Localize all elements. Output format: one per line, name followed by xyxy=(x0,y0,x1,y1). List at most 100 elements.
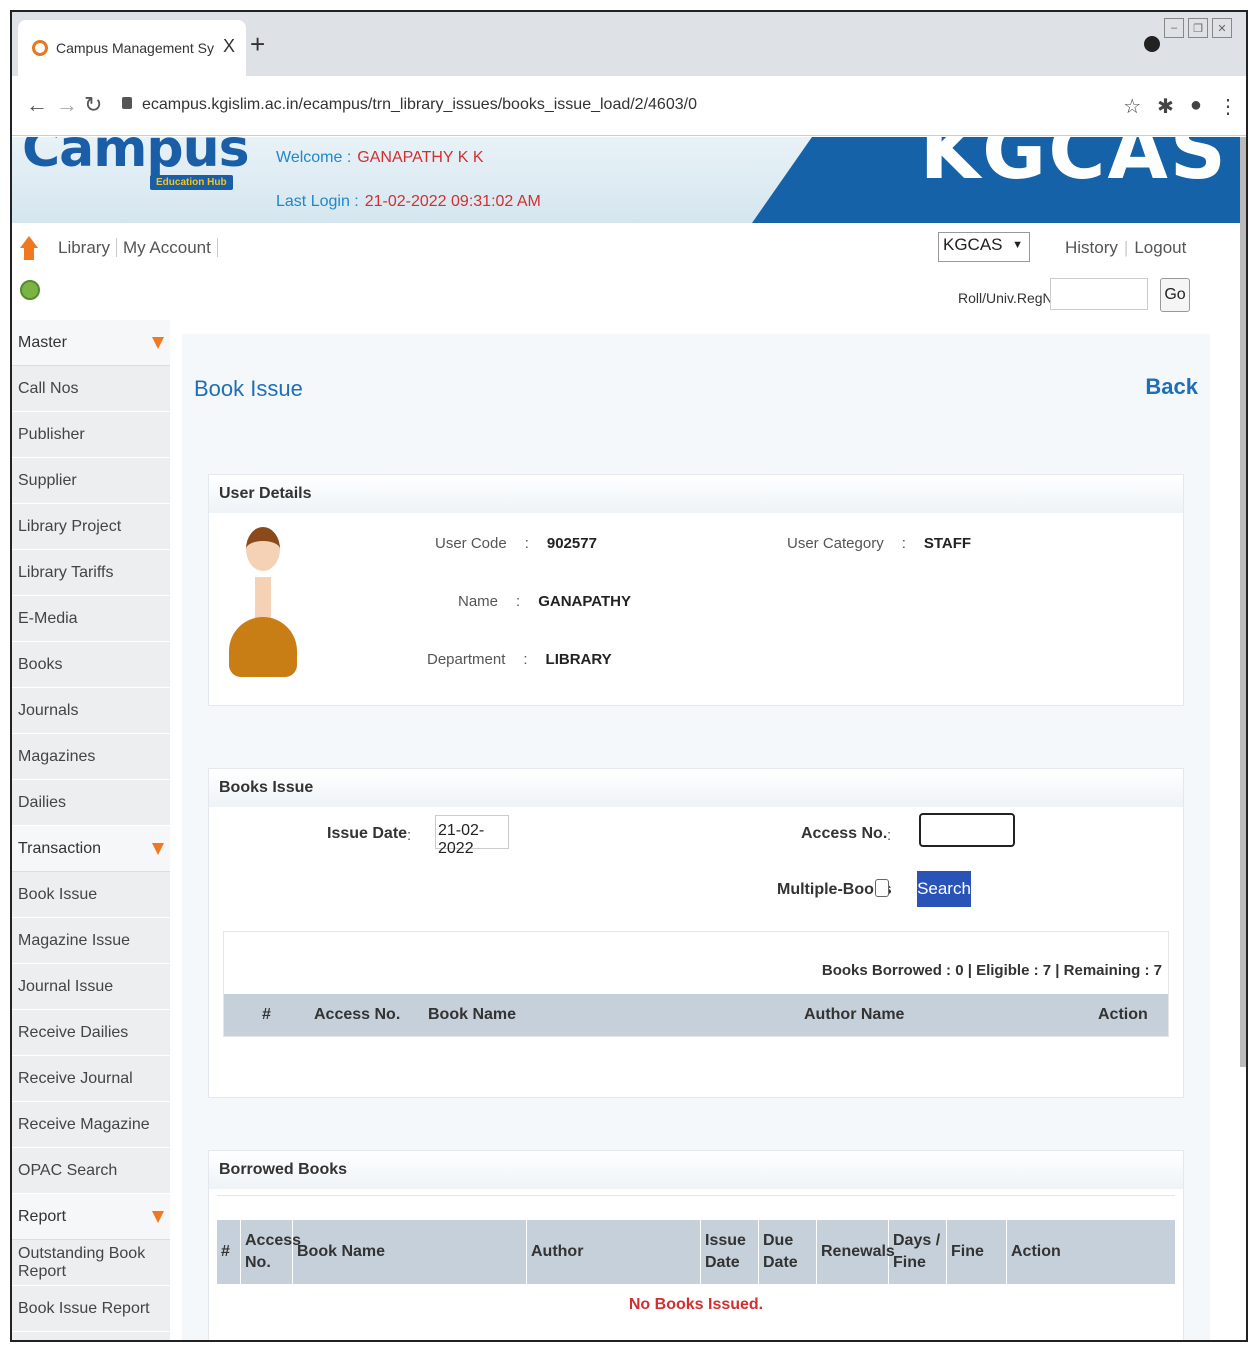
user-category-label: User Category xyxy=(787,535,884,552)
user-avatar-icon xyxy=(229,527,297,677)
address-bar-row: ← → ↻ ecampus.kgislim.ac.in/ecampus/trn_… xyxy=(12,76,1246,136)
go-button[interactable]: Go xyxy=(1160,278,1190,312)
user-code-value: 902577 xyxy=(546,535,597,552)
sidebar: Master Call Nos Publisher Supplier Libra… xyxy=(12,320,170,1340)
back-circle-icon[interactable] xyxy=(20,280,40,300)
window-controls: – ❐ ✕ xyxy=(1164,18,1232,38)
sidebar-item-outstanding-book-report[interactable]: Outstanding Book Report xyxy=(12,1240,170,1286)
user-category-row: User Category: STAFF xyxy=(787,535,972,552)
tab-close-button[interactable]: X xyxy=(223,36,235,57)
issue-date-field[interactable]: 21-02-2022 xyxy=(435,815,509,857)
sidebar-item-journals[interactable]: Journals xyxy=(12,688,170,734)
sidebar-item-call-nos[interactable]: Call Nos xyxy=(12,366,170,412)
history-link[interactable]: History xyxy=(1062,238,1121,257)
sidebar-item-library-tariffs[interactable]: Library Tariffs xyxy=(12,550,170,596)
home-icon[interactable] xyxy=(20,236,38,260)
borrowed-table-header: # Access No. Book Name Author Issue Date D… xyxy=(217,1220,1175,1284)
sidebar-item-book-issue-report[interactable]: Book Issue Report xyxy=(12,1286,170,1332)
user-category-value: STAFF xyxy=(923,535,972,552)
sidebar-section-transaction[interactable]: Transaction xyxy=(12,826,170,872)
sidebar-item-supplier[interactable]: Supplier xyxy=(12,458,170,504)
col-book-name: Book Name xyxy=(428,1006,517,1023)
site-banner: Campus Education Hub Welcome : GANAPATHY … xyxy=(12,137,1244,223)
sidebar-item-receive-dailies[interactable]: Receive Dailies xyxy=(12,1010,170,1056)
sidebar-item-e-media[interactable]: E-Media xyxy=(12,596,170,642)
reload-icon[interactable]: ↻ xyxy=(84,92,102,118)
branch-select[interactable]: KGCAS ▼ xyxy=(938,232,1030,262)
new-tab-button[interactable]: + xyxy=(250,31,265,57)
last-login-line: Last Login : 21-02-2022 09:31:02 AM xyxy=(276,193,541,211)
search-button[interactable]: Search xyxy=(917,871,971,907)
borrowed-table: # Access No. Book Name Author Issue Date D… xyxy=(217,1195,1175,1340)
access-no-colon: : xyxy=(887,827,892,844)
user-details-panel: User Details User Code:902577 Name: GANAP… xyxy=(208,474,1184,706)
dropdown-triangle-icon xyxy=(152,336,164,349)
multiple-books-checkbox[interactable] xyxy=(875,879,889,897)
bookmark-star-icon[interactable]: ☆ xyxy=(1123,94,1141,119)
sidebar-item-publisher[interactable]: Publisher xyxy=(12,412,170,458)
sidebar-item-receive-journal[interactable]: Receive Journal xyxy=(12,1056,170,1102)
menu-my-account[interactable]: My Account xyxy=(116,238,218,257)
name-label: Name xyxy=(458,593,499,610)
dropdown-triangle-icon xyxy=(152,842,164,855)
sidebar-item-receive-magazine[interactable]: Receive Magazine xyxy=(12,1102,170,1148)
top-menu-links: Library My Account xyxy=(52,238,218,258)
menu-library[interactable]: Library xyxy=(52,238,117,257)
sidebar-item-books[interactable]: Books xyxy=(12,642,170,688)
welcome-user: GANAPATHY K K xyxy=(357,149,484,166)
access-no-label: Access No. xyxy=(801,825,888,842)
lock-icon xyxy=(122,97,132,109)
forward-arrow-icon[interactable]: → xyxy=(56,92,78,118)
tab-title: Campus Management System 3 xyxy=(56,40,214,56)
profile-icon[interactable]: ● xyxy=(1190,94,1202,119)
sidebar-item-magazine-issue[interactable]: Magazine Issue xyxy=(12,918,170,964)
page-title: Book Issue xyxy=(194,376,303,401)
browser-window: Campus Management System 3 X + – ❐ ✕ ← →… xyxy=(10,10,1248,1342)
sidebar-item-opac-search[interactable]: OPAC Search xyxy=(12,1148,170,1194)
panel-heading: Books Issue xyxy=(209,769,1183,807)
issue-table-header: # Access No. Book Name Author Name Actio… xyxy=(224,994,1168,1036)
regno-label: Roll/Univ.RegNo: xyxy=(958,290,1065,306)
welcome-label: Welcome : xyxy=(276,149,352,166)
department-value: LIBRARY xyxy=(545,651,612,668)
sidebar-section-master[interactable]: Master xyxy=(12,320,170,366)
back-link[interactable]: Back xyxy=(1145,374,1198,400)
browser-tab[interactable]: Campus Management System 3 X xyxy=(18,20,246,76)
sidebar-section-report[interactable]: Report xyxy=(12,1194,170,1240)
page-scrollbar[interactable] xyxy=(1240,137,1246,1067)
panel-heading: User Details xyxy=(209,475,1183,513)
sidebar-section-label: Report xyxy=(18,1207,67,1225)
back-arrow-icon[interactable]: ← xyxy=(26,92,48,118)
address-bar-icons: ☆ ✱ ● ⋮ xyxy=(1123,94,1238,119)
extension-icon[interactable] xyxy=(1144,36,1160,52)
minimize-icon[interactable]: – xyxy=(1164,18,1184,38)
sidebar-item-library-project[interactable]: Library Project xyxy=(12,504,170,550)
restore-icon[interactable]: ❐ xyxy=(1188,18,1208,38)
department-label: Department xyxy=(427,651,506,668)
campus-logo: Campus xyxy=(22,137,250,179)
top-menu: Library My Account KGCAS ▼ History | Logout xyxy=(12,228,1244,270)
name-value: GANAPATHY xyxy=(538,593,631,610)
sidebar-item-book-issue[interactable]: Book Issue xyxy=(12,872,170,918)
extensions-puzzle-icon[interactable]: ✱ xyxy=(1157,94,1174,119)
access-no-input[interactable] xyxy=(919,813,1015,847)
panel-heading: Borrowed Books xyxy=(209,1151,1183,1189)
chevron-down-icon: ▼ xyxy=(1012,239,1023,251)
regno-input[interactable] xyxy=(1050,278,1148,310)
col-issue-date: Issue Date xyxy=(701,1220,759,1284)
menu-kebab-icon[interactable]: ⋮ xyxy=(1218,94,1238,119)
col-action: Action xyxy=(1098,1006,1148,1023)
col-fine: Fine xyxy=(947,1220,1007,1284)
name-row: Name: GANAPATHY xyxy=(458,593,631,610)
window-close-icon[interactable]: ✕ xyxy=(1212,18,1232,38)
url-field[interactable]: ecampus.kgislim.ac.in/ecampus/trn_librar… xyxy=(122,96,697,114)
sidebar-item-magazines[interactable]: Magazines xyxy=(12,734,170,780)
col-renewals: Renewals xyxy=(817,1220,895,1284)
sidebar-item-dailies[interactable]: Dailies xyxy=(12,780,170,826)
col-access-no: Access No. xyxy=(241,1220,301,1284)
logout-link[interactable]: Logout xyxy=(1131,238,1189,257)
sidebar-item-journal-issue[interactable]: Journal Issue xyxy=(12,964,170,1010)
issue-date-colon: : xyxy=(407,827,412,844)
borrowed-books-panel: Borrowed Books # Access No. Book Name Aut… xyxy=(208,1150,1184,1340)
last-login-label: Last Login : xyxy=(276,193,359,210)
